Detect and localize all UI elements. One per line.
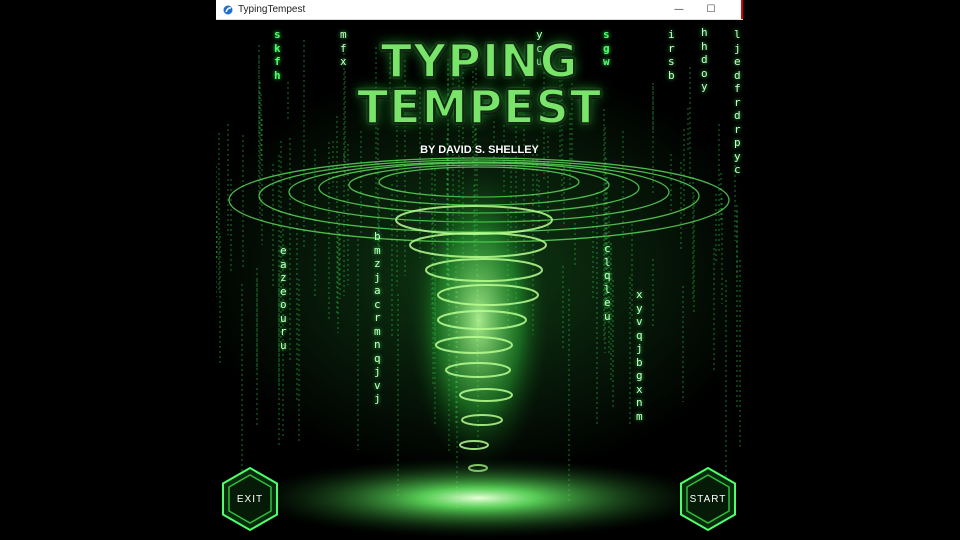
falling-letter: a bbox=[374, 284, 381, 297]
falling-letter: q bbox=[374, 351, 381, 365]
window-title: TypingTempest bbox=[238, 4, 306, 15]
letter-column: clqleu bbox=[604, 242, 611, 323]
falling-letter: b bbox=[636, 355, 643, 369]
falling-letter: x bbox=[636, 288, 643, 301]
falling-letter: u bbox=[280, 338, 287, 352]
letter-column: xyvqjbgxnm bbox=[636, 288, 643, 423]
falling-letter: b bbox=[374, 230, 381, 243]
falling-letter: z bbox=[374, 257, 381, 270]
start-label: START bbox=[689, 493, 727, 505]
falling-letter: j bbox=[374, 270, 381, 284]
falling-letter: u bbox=[604, 309, 611, 323]
falling-letter: e bbox=[280, 284, 287, 298]
falling-letter: c bbox=[604, 242, 611, 255]
falling-letter: n bbox=[374, 338, 381, 351]
maximize-button[interactable]: ☐ bbox=[695, 0, 727, 19]
falling-letter: g bbox=[636, 369, 643, 382]
falling-letter: j bbox=[636, 342, 643, 355]
falling-letter: j bbox=[374, 392, 381, 405]
falling-letter: r bbox=[374, 311, 381, 324]
start-button[interactable]: START bbox=[675, 466, 741, 532]
falling-letter: n bbox=[636, 396, 643, 409]
app-icon bbox=[223, 5, 233, 14]
falling-letter: y bbox=[636, 301, 643, 315]
falling-letter: q bbox=[636, 328, 643, 342]
app-window: TypingTempest — ☐ s k f h m f x y c u s … bbox=[216, 0, 743, 540]
author-byline: BY DAVID S. SHELLEY bbox=[420, 144, 539, 156]
falling-letter: m bbox=[374, 324, 381, 338]
falling-letter: e bbox=[280, 244, 287, 257]
falling-letter: m bbox=[374, 243, 381, 257]
falling-letter: l bbox=[604, 282, 611, 296]
falling-letter: r bbox=[280, 325, 287, 338]
falling-letter: e bbox=[604, 296, 611, 309]
falling-letter: u bbox=[280, 311, 287, 325]
exit-button[interactable]: EXIT bbox=[217, 466, 283, 532]
falling-letter: j bbox=[374, 365, 381, 378]
title-bar[interactable]: TypingTempest — ☐ bbox=[216, 0, 743, 20]
game-title-line2: TEMPEST bbox=[356, 79, 603, 135]
close-button[interactable] bbox=[727, 0, 743, 19]
falling-letter: v bbox=[636, 315, 643, 328]
falling-letter: v bbox=[374, 378, 381, 392]
minimize-button[interactable]: — bbox=[663, 0, 695, 19]
falling-letter: c bbox=[734, 163, 741, 176]
window-controls: — ☐ bbox=[663, 0, 743, 19]
falling-letter: m bbox=[636, 409, 643, 423]
exit-label: EXIT bbox=[236, 493, 264, 505]
falling-letter: c bbox=[374, 297, 381, 311]
falling-letter: l bbox=[604, 255, 611, 269]
falling-letter: z bbox=[280, 271, 287, 284]
letter-column: eazeouru bbox=[280, 244, 287, 352]
game-canvas[interactable]: skfhmfxycusgwirsbhhdoyljedfrdrpyceazeour… bbox=[216, 20, 743, 540]
falling-letter: x bbox=[636, 382, 643, 396]
falling-letter: q bbox=[604, 269, 611, 282]
falling-letter: o bbox=[280, 298, 287, 311]
letter-column: bmzjacrmnqjvj bbox=[374, 230, 381, 406]
falling-letter: a bbox=[280, 257, 287, 271]
